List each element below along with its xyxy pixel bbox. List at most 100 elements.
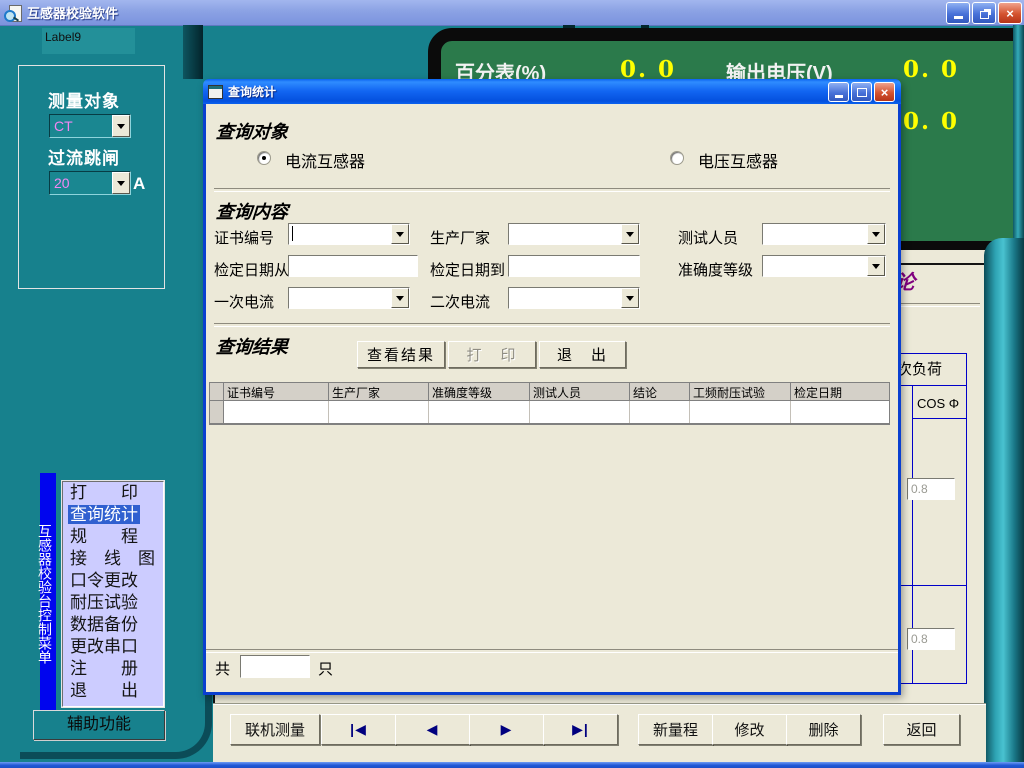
view-results-button[interactable]: 查看结果: [357, 341, 445, 368]
minimize-button[interactable]: [946, 2, 970, 24]
trip-unit: A: [133, 174, 146, 194]
date-from-label: 检定日期从: [214, 259, 289, 280]
dialog-close-icon[interactable]: ×: [874, 82, 895, 102]
table-row[interactable]: [210, 401, 889, 424]
menu-item-withstand-test[interactable]: 耐压试验: [63, 592, 163, 614]
dialog-maximize-button[interactable]: [851, 82, 872, 102]
new-range-button[interactable]: 新量程: [638, 714, 713, 745]
manufacturer-label: 生产厂家: [430, 227, 490, 248]
nav-last-button[interactable]: ▶|: [543, 714, 618, 745]
label9-block: Label9: [42, 28, 135, 54]
nav-prev-button[interactable]: ◀: [395, 714, 470, 745]
window-titlebar: 互感器校验软件 ×: [0, 0, 1024, 26]
menu-item-change-serial[interactable]: 更改串口: [63, 636, 163, 658]
divider: [214, 188, 890, 192]
divider: [898, 303, 980, 307]
menu-item-wiring-diagram[interactable]: 接 线 图: [63, 548, 163, 570]
date-from-input[interactable]: [288, 255, 418, 277]
cos-phi-header: COS Φ: [917, 396, 959, 411]
bottom-toolbar: 联机测量 |◀ ◀ ▶ ▶| 新量程 修改 删除 返回: [213, 703, 986, 762]
dropdown-arrow-icon[interactable]: [391, 288, 409, 308]
menu-item-register[interactable]: 注 册: [63, 658, 163, 680]
bottom-border: [0, 762, 1024, 768]
dropdown-arrow-icon[interactable]: [867, 256, 885, 276]
frame-edge: [984, 238, 1024, 762]
dialog-title: 查询统计: [228, 83, 276, 100]
frame-edge: [1013, 25, 1024, 245]
query-content-heading: 查询内容: [215, 198, 289, 224]
text-caret: [292, 226, 293, 241]
cos-phi-input[interactable]: 0.8: [907, 478, 955, 500]
menu-item-data-backup[interactable]: 数据备份: [63, 614, 163, 636]
control-menu-list: 打 印 查询统计 规 程 接 线 图 口令更改 耐压试验 数据备份 更改串口 注…: [62, 481, 164, 707]
delete-button[interactable]: 删除: [786, 714, 861, 745]
window-title: 互感器校验软件: [27, 3, 118, 22]
query-stats-dialog: 查询统计 × 查询对象 电流互感器 电压互感器 查询内容 证书编号 生产厂家: [203, 79, 901, 695]
burden-header-partial: 次负荷: [897, 358, 942, 379]
app-window: 互感器校验软件 × Label9 测量对象 CT 过流跳闸 20 A 百分表(%…: [0, 0, 1024, 768]
dialog-minimize-button[interactable]: [828, 82, 849, 102]
dropdown-arrow-icon[interactable]: [391, 224, 409, 244]
results-table-header: 证书编号 生产厂家 准确度等级 测试人员 结论 工频耐压试验 检定日期: [210, 383, 889, 401]
total-count-input[interactable]: [240, 655, 310, 678]
online-measure-button[interactable]: 联机测量: [230, 714, 320, 745]
cert-no-label: 证书编号: [214, 227, 274, 248]
accuracy-label: 准确度等级: [678, 259, 753, 280]
table-line: [912, 418, 967, 419]
menu-item-change-password[interactable]: 口令更改: [63, 570, 163, 592]
manufacturer-select[interactable]: [508, 223, 640, 245]
cert-no-select[interactable]: [288, 223, 410, 245]
query-results-heading: 查询结果: [215, 333, 289, 359]
print-button: 打 印: [448, 341, 536, 368]
dropdown-arrow-icon[interactable]: [112, 115, 130, 137]
dropdown-arrow-icon[interactable]: [621, 288, 639, 308]
restore-button[interactable]: [972, 2, 996, 24]
return-button[interactable]: 返回: [883, 714, 960, 745]
exit-button[interactable]: 退 出: [539, 341, 626, 368]
divider: [214, 323, 890, 327]
accuracy-select[interactable]: [762, 255, 886, 277]
total-label: 共: [215, 658, 230, 679]
measure-object-select[interactable]: CT: [49, 114, 131, 138]
measurement-panel: 测量对象 CT 过流跳闸 20 A: [18, 65, 165, 289]
dropdown-arrow-icon[interactable]: [867, 224, 885, 244]
primary-current-select[interactable]: [288, 287, 410, 309]
menu-item-query-stats[interactable]: 查询统计: [63, 504, 163, 526]
dialog-body: 查询对象 电流互感器 电压互感器 查询内容 证书编号 生产厂家 测试人员: [203, 104, 901, 695]
date-to-input[interactable]: [508, 255, 640, 277]
menu-vertical-title: 互感器校验台控制菜单: [40, 473, 56, 715]
background-strip: [183, 25, 203, 79]
date-to-label: 检定日期到: [430, 259, 505, 280]
trip-select[interactable]: 20: [49, 171, 131, 195]
modify-button[interactable]: 修改: [712, 714, 787, 745]
nav-next-button[interactable]: ▶: [469, 714, 544, 745]
frame-corner: [20, 690, 212, 759]
close-icon[interactable]: ×: [998, 2, 1022, 24]
tester-label: 测试人员: [678, 227, 738, 248]
menu-item-regulations[interactable]: 规 程: [63, 526, 163, 548]
radio-voltage-transformer-label[interactable]: 电压互感器: [698, 148, 778, 172]
trip-label: 过流跳闸: [48, 144, 120, 169]
dropdown-arrow-icon[interactable]: [112, 172, 130, 194]
label9-text: Label9: [45, 30, 81, 44]
menu-item-print[interactable]: 打 印: [63, 482, 163, 504]
query-target-heading: 查询对象: [215, 118, 289, 144]
primary-current-label: 一次电流: [214, 291, 274, 312]
form-icon: [208, 85, 223, 99]
dialog-titlebar[interactable]: 查询统计 ×: [203, 79, 901, 104]
divider: [206, 649, 898, 653]
measure-object-label: 测量对象: [48, 87, 120, 112]
nav-first-button[interactable]: |◀: [321, 714, 396, 745]
cos-phi-input[interactable]: 0.8: [907, 628, 955, 650]
radio-voltage-transformer[interactable]: [670, 151, 684, 165]
dropdown-arrow-icon[interactable]: [621, 224, 639, 244]
radio-current-transformer-label[interactable]: 电流互感器: [285, 148, 365, 172]
results-table: 证书编号 生产厂家 准确度等级 测试人员 结论 工频耐压试验 检定日期: [209, 382, 890, 425]
tester-select[interactable]: [762, 223, 886, 245]
second-row-value: 0. 0: [903, 108, 959, 135]
secondary-current-label: 二次电流: [430, 291, 490, 312]
voltage-value: 0. 0: [903, 56, 959, 83]
app-icon: [4, 4, 22, 22]
radio-current-transformer[interactable]: [257, 151, 271, 165]
secondary-current-select[interactable]: [508, 287, 640, 309]
